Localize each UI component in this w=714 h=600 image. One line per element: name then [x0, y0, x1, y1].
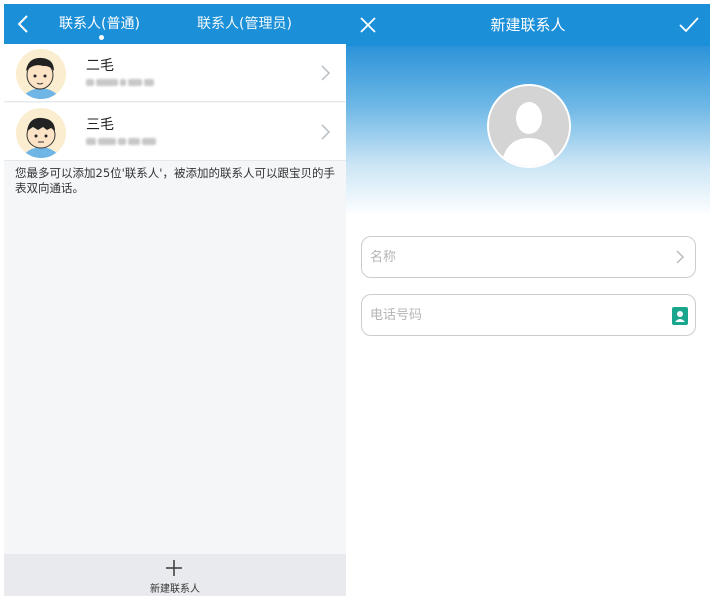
checkmark-icon[interactable] [678, 15, 700, 35]
redacted-block [120, 79, 126, 86]
add-contact-button[interactable]: 新建联系人 [4, 554, 346, 596]
contact-name: 三毛 [86, 117, 114, 133]
cartoon-boy-avatar-icon [16, 49, 66, 99]
avatar [16, 49, 66, 99]
chevron-right-icon [676, 250, 685, 264]
back-button[interactable] [12, 12, 34, 36]
person-silhouette-icon [489, 86, 569, 166]
name-input[interactable] [370, 245, 660, 269]
redacted-block [98, 138, 116, 145]
phone-input[interactable] [370, 303, 660, 327]
redacted-block [128, 79, 142, 86]
add-contact-label: 新建联系人 [150, 584, 200, 595]
redacted-block [96, 79, 118, 86]
redacted-block [86, 138, 96, 145]
new-contact-screen: 新建联系人 [346, 4, 710, 596]
contact-phone-redacted [86, 136, 166, 147]
header-bar: 新建联系人 [346, 4, 710, 46]
plus-icon [166, 560, 182, 576]
phone-field[interactable] [361, 294, 696, 336]
redacted-block [86, 79, 94, 86]
header-bar: 联系人(普通) 联系人(管理员) [4, 4, 346, 44]
tab-contacts-normal[interactable]: 联系人(普通) [59, 10, 140, 38]
contact-phone-redacted [86, 77, 166, 88]
redacted-block [128, 138, 140, 145]
redacted-block [118, 138, 126, 145]
chevron-right-icon [321, 124, 331, 140]
contact-row[interactable]: 二毛 [4, 44, 346, 102]
active-tab-indicator [99, 35, 104, 40]
avatar-upload[interactable] [487, 84, 571, 168]
close-icon[interactable] [358, 15, 378, 35]
cartoon-boy-avatar-icon [16, 108, 66, 158]
contact-name: 二毛 [86, 58, 114, 74]
redacted-block [144, 79, 154, 86]
contact-book-icon[interactable] [672, 307, 688, 325]
contacts-list-screen: 联系人(普通) 联系人(管理员) 二毛 三毛 您最多可以添加25位'联系人'，被… [4, 4, 346, 596]
redacted-block [142, 138, 156, 145]
chevron-left-icon [18, 15, 28, 33]
name-field[interactable] [361, 236, 696, 278]
contact-row[interactable]: 三毛 [4, 103, 346, 161]
chevron-right-icon [321, 65, 331, 81]
page-title: 新建联系人 [490, 16, 566, 34]
avatar [16, 108, 66, 158]
tab-contacts-admin[interactable]: 联系人(管理员) [197, 10, 292, 38]
contact-limit-hint: 您最多可以添加25位'联系人'，被添加的联系人可以跟宝贝的手表双向通话。 [15, 166, 335, 195]
